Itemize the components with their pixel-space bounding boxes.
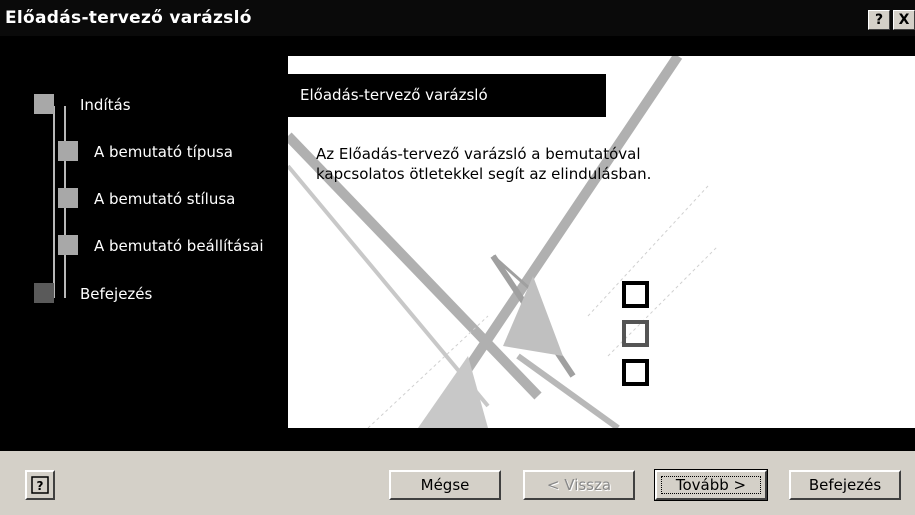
step-marker-icon [58,141,78,161]
svg-text:?: ? [37,479,44,493]
step-label: Befejezés [80,285,153,303]
back-label: < Vissza [546,476,612,494]
step-label: Indítás [80,96,131,114]
step-list: Indítás A bemutató típusa A bemutató stí… [0,36,288,451]
step-marker-icon [58,188,78,208]
step-marker-icon [34,283,54,303]
close-button[interactable]: X [893,10,915,30]
button-bar: ? Mégse < Vissza Tovább > Befejezés [0,451,915,515]
description-line: Az Előadás-tervező varázsló a bemutatóva… [316,145,641,163]
step-label: A bemutató típusa [94,143,233,161]
close-icon: X [898,12,910,28]
welcome-panel: Előadás-tervező varázsló Az Előadás-terv… [288,56,915,428]
step-connector-line [53,106,55,298]
title-bar: Előadás-tervező varázsló ? X [0,0,915,36]
panel-header: Előadás-tervező varázsló [288,74,606,117]
wizard-help-button[interactable]: ? [25,470,55,500]
step-label: A bemutató stílusa [94,190,236,208]
question-icon: ? [874,12,884,28]
next-button[interactable]: Tovább > [654,469,768,501]
cancel-button[interactable]: Mégse [389,470,501,500]
description-line: kapcsolatos ötletekkel segít az elindulá… [316,165,652,183]
wizard-body: Indítás A bemutató típusa A bemutató stí… [0,36,915,451]
panel-title: Előadás-tervező varázsló [300,86,488,104]
help-button[interactable]: ? [868,10,890,30]
step-marker-icon [34,94,54,114]
back-button[interactable]: < Vissza [523,470,635,500]
step-marker-icon [58,235,78,255]
next-label: Tovább > [675,476,747,494]
cancel-label: Mégse [420,476,470,494]
help-icon: ? [31,476,49,494]
finish-label: Befejezés [808,476,882,494]
panel-description: Az Előadás-tervező varázsló a bemutatóva… [316,144,736,184]
step-label: A bemutató beállításai [94,237,264,255]
finish-button[interactable]: Befejezés [789,470,901,500]
window-title: Előadás-tervező varázsló [5,8,252,28]
